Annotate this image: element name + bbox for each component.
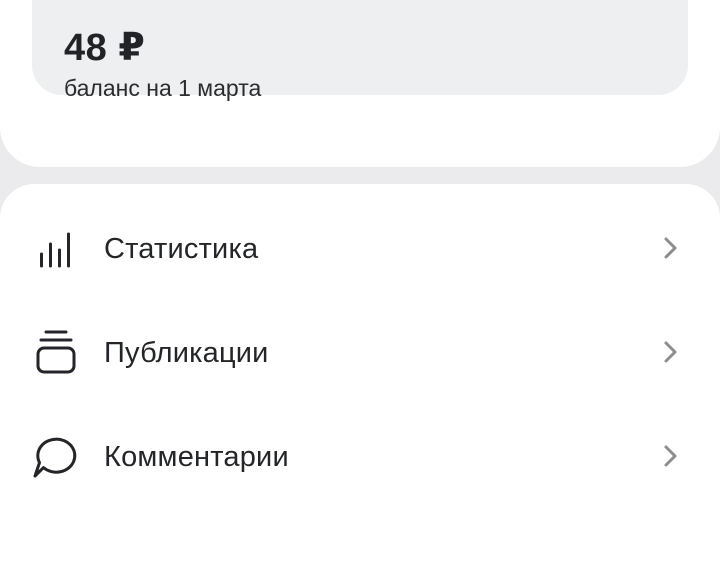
bar-chart-icon — [32, 224, 80, 272]
chevron-right-icon — [656, 440, 688, 472]
balance-box[interactable]: 48 ₽ баланс на 1 марта — [32, 0, 688, 101]
balance-amount: 48 ₽ — [64, 27, 146, 69]
chevron-right-icon — [656, 232, 688, 264]
menu-item-publications[interactable]: Публикации — [0, 300, 720, 404]
balance-card: 48 ₽ баланс на 1 марта — [0, 0, 720, 167]
menu-item-statistics[interactable]: Статистика — [0, 196, 720, 300]
comment-bubble-icon — [32, 432, 80, 480]
menu-item-label: Комментарии — [104, 441, 289, 473]
balance-caption: баланс на 1 марта — [64, 75, 262, 101]
menu-item-comments[interactable]: Комментарии — [0, 404, 720, 508]
menu-item-label: Статистика — [104, 233, 259, 265]
menu-item-label: Публикации — [104, 337, 269, 369]
chevron-right-icon — [656, 336, 688, 368]
menu-card: Статистика Публикации Комментарии — [0, 184, 720, 564]
stack-icon — [32, 328, 80, 376]
